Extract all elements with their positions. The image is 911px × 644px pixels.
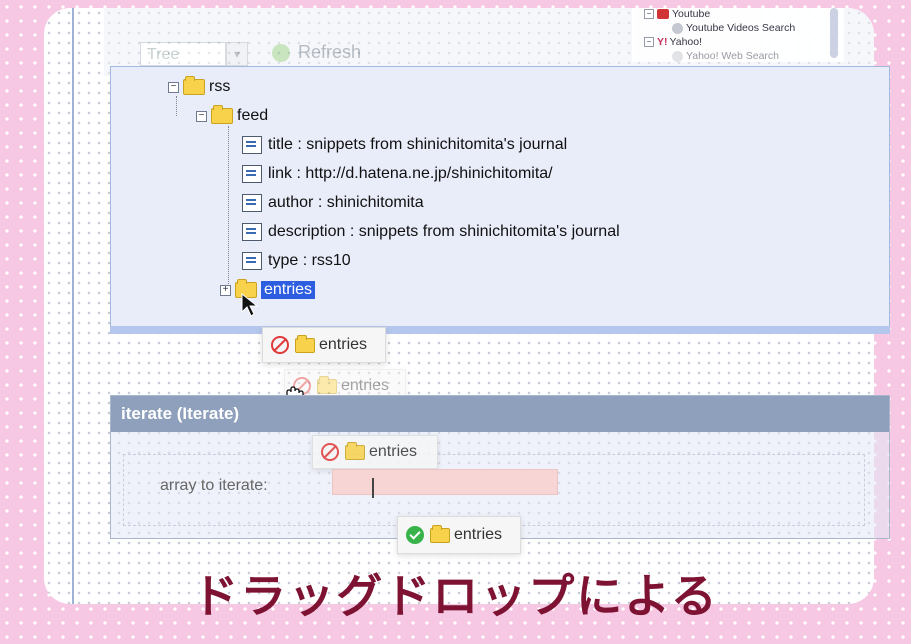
- drag-ghost-drop-ok: entries: [397, 516, 521, 554]
- service-list: − Youtube Youtube Videos Search − Y! Yahoo!…: [632, 8, 844, 62]
- tree-leaf[interactable]: link : http://d.hatena.ne.jp/shinichitom…: [242, 165, 553, 183]
- service-youtube-search-label: Youtube Videos Search: [686, 22, 796, 34]
- service-yahoo-search[interactable]: Yahoo! Web Search: [672, 50, 779, 62]
- tree-connector: [176, 96, 177, 116]
- service-youtube-search[interactable]: Youtube Videos Search: [672, 22, 795, 34]
- check-icon: [406, 526, 424, 544]
- no-drop-icon: [321, 443, 339, 461]
- folder-icon: [317, 375, 337, 394]
- iterate-module-title[interactable]: iterate (Iterate): [111, 396, 889, 432]
- tree-panel-border: [110, 326, 890, 334]
- tree-leaf[interactable]: type : rss10: [242, 252, 351, 270]
- refresh-button[interactable]: Refresh: [272, 42, 361, 63]
- collapse-icon[interactable]: −: [196, 110, 207, 122]
- tree-leaf[interactable]: description : snippets from shinichitomi…: [242, 223, 620, 241]
- tree-node-entries[interactable]: + entries: [220, 279, 316, 299]
- youtube-icon: [657, 9, 669, 20]
- service-yahoo-label: Yahoo!: [669, 36, 703, 48]
- folder-icon: [295, 334, 315, 353]
- drag-ghost: entries: [312, 435, 438, 469]
- mouse-pointer-icon: [241, 292, 259, 317]
- tree-node-rss[interactable]: − rss: [168, 76, 231, 96]
- chevron-down-icon[interactable]: ▾: [226, 42, 248, 66]
- tree-node-label: feed: [237, 107, 269, 124]
- scrollbar[interactable]: [830, 8, 838, 58]
- refresh-icon: [272, 44, 290, 63]
- left-rail: [72, 8, 74, 604]
- caption: ドラッグドロップによる: [192, 569, 719, 623]
- yahoo-icon: Y!: [657, 36, 668, 48]
- refresh-label: Refresh: [298, 42, 362, 62]
- tree-leaf-label: type : rss10: [268, 252, 351, 269]
- field-icon: [242, 136, 262, 154]
- tree-leaf-label: author : shinichitomita: [268, 194, 424, 211]
- service-yahoo-search-label: Yahoo! Web Search: [686, 50, 780, 62]
- field-icon: [242, 194, 262, 212]
- drag-ghost-label: entries: [319, 336, 368, 353]
- no-drop-icon: [271, 336, 289, 354]
- folder-icon: [183, 76, 205, 95]
- service-yahoo[interactable]: − Y! Yahoo!: [644, 36, 702, 48]
- tree-node-label: rss: [209, 78, 231, 95]
- text-cursor-icon: [372, 478, 374, 498]
- view-select[interactable]: Tree: [140, 42, 226, 66]
- folder-icon: [345, 441, 365, 460]
- service-youtube-label: Youtube: [672, 8, 711, 20]
- array-to-iterate-input[interactable]: [332, 469, 558, 495]
- array-to-iterate-label: array to iterate:: [160, 477, 268, 494]
- drag-ghost: entries: [262, 327, 386, 363]
- collapse-icon[interactable]: −: [168, 81, 179, 93]
- field-icon: [242, 252, 262, 270]
- tree-leaf-label: link : http://d.hatena.ne.jp/shinichitom…: [268, 165, 553, 182]
- tree-node-label: entries: [261, 281, 316, 299]
- tree-connector: [228, 126, 229, 294]
- tree-node-feed[interactable]: − feed: [196, 105, 269, 125]
- drag-ghost-label: entries: [369, 443, 418, 460]
- service-youtube[interactable]: − Youtube: [644, 8, 710, 20]
- folder-icon: [211, 105, 233, 124]
- field-icon: [242, 223, 262, 241]
- tree-leaf[interactable]: author : shinichitomita: [242, 194, 424, 212]
- field-icon: [242, 165, 262, 183]
- drag-ghost-label: entries: [454, 526, 503, 543]
- collapse-icon[interactable]: −: [644, 37, 654, 48]
- tree-leaf-label: title : snippets from shinichitomita's j…: [268, 136, 568, 153]
- folder-icon: [430, 524, 450, 543]
- tree-leaf[interactable]: title : snippets from shinichitomita's j…: [242, 136, 567, 154]
- gear-icon: [672, 22, 683, 34]
- drag-ghost-label: entries: [341, 377, 390, 394]
- gear-icon: [672, 50, 683, 62]
- expand-icon[interactable]: +: [220, 284, 231, 296]
- tree-leaf-label: description : snippets from shinichitomi…: [268, 223, 620, 240]
- collapse-icon[interactable]: −: [644, 9, 654, 20]
